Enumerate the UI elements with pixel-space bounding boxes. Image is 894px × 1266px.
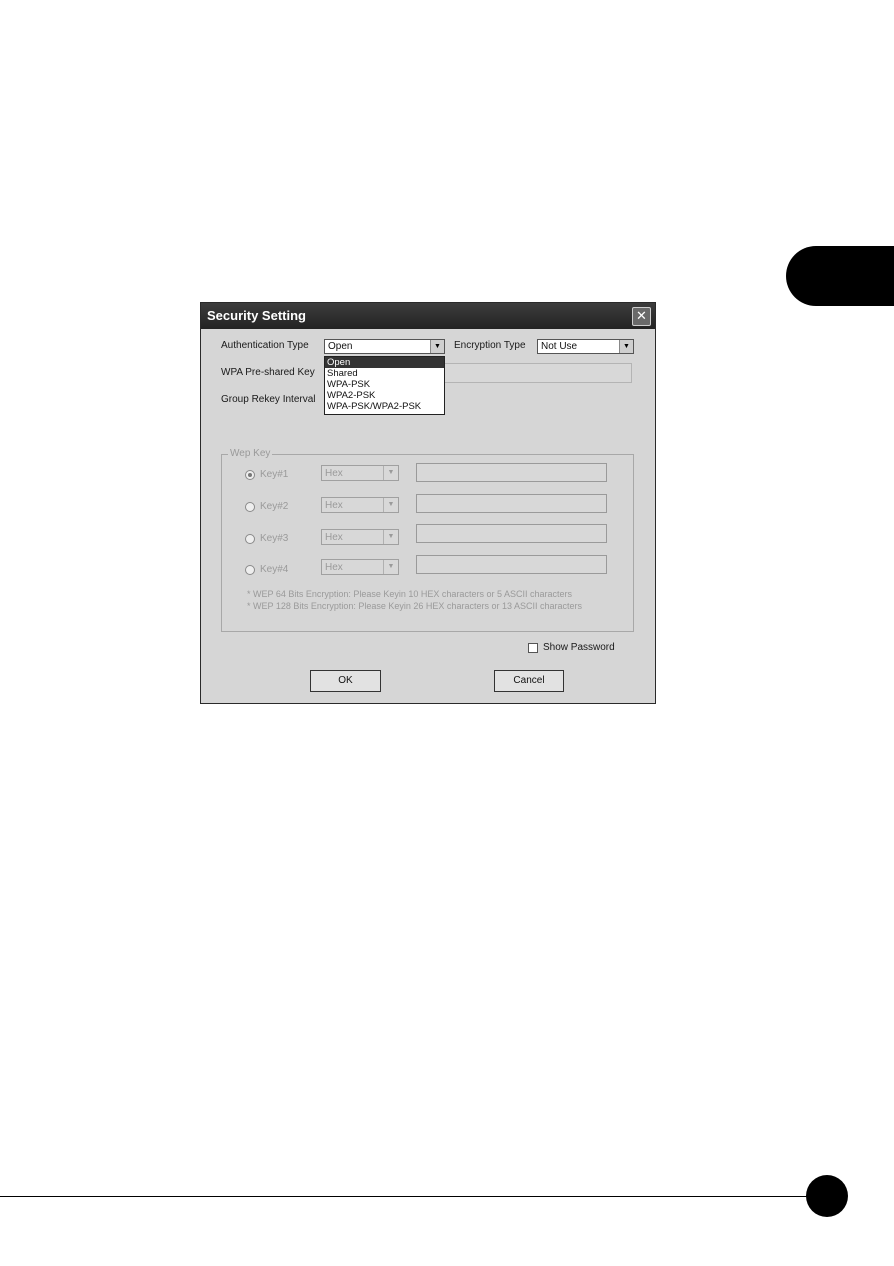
auth-option[interactable]: WPA2-PSK	[325, 390, 444, 401]
footer-rule	[0, 1196, 812, 1197]
chevron-down-icon[interactable]: ▼	[430, 340, 444, 353]
wep-key-group: Wep Key Key#1 Hex ▼ Key#2 Hex ▼ Key#3 He…	[221, 448, 634, 632]
page-marker	[806, 1175, 848, 1217]
auth-type-value: Open	[328, 341, 353, 352]
key1-radio[interactable]	[245, 470, 255, 480]
chapter-tab	[786, 246, 894, 306]
ok-button[interactable]: OK	[310, 670, 381, 692]
key2-format-select[interactable]: Hex ▼	[321, 497, 399, 513]
auth-type-label: Authentication Type	[221, 340, 309, 351]
auth-option[interactable]: Open	[325, 357, 444, 368]
rekey-interval-label: Group Rekey Interval	[221, 394, 316, 405]
key2-radio[interactable]	[245, 502, 255, 512]
key3-format-select[interactable]: Hex ▼	[321, 529, 399, 545]
key4-input[interactable]	[416, 555, 607, 574]
key4-radio[interactable]	[245, 565, 255, 575]
key4-format-select[interactable]: Hex ▼	[321, 559, 399, 575]
key1-label: Key#1	[260, 469, 289, 480]
show-password-checkbox[interactable]	[528, 643, 538, 653]
key1-input[interactable]	[416, 463, 607, 482]
wep-key-group-title: Wep Key	[228, 448, 273, 459]
encryption-type-value: Not Use	[541, 341, 578, 352]
key4-format-value: Hex	[325, 562, 343, 573]
security-setting-dialog: Security Setting ✕ Authentication Type O…	[200, 302, 656, 704]
wpa-key-label: WPA Pre-shared Key	[221, 367, 315, 378]
key1-format-select[interactable]: Hex ▼	[321, 465, 399, 481]
dialog-title: Security Setting	[207, 308, 306, 323]
key3-input[interactable]	[416, 524, 607, 543]
show-password-label: Show Password	[543, 642, 615, 653]
wep128-note: * WEP 128 Bits Encryption: Please Keyin …	[247, 601, 582, 611]
chevron-down-icon[interactable]: ▼	[383, 466, 398, 480]
encryption-type-select[interactable]: Not Use ▼	[537, 339, 634, 354]
key2-label: Key#2	[260, 501, 289, 512]
key3-radio[interactable]	[245, 534, 255, 544]
auth-option[interactable]: Shared	[325, 368, 444, 379]
auth-type-select[interactable]: Open ▼	[324, 339, 445, 354]
encryption-type-label: Encryption Type	[454, 340, 526, 351]
auth-option[interactable]: WPA-PSK/WPA2-PSK	[325, 401, 444, 412]
close-icon[interactable]: ✕	[632, 307, 651, 326]
chevron-down-icon[interactable]: ▼	[383, 498, 398, 512]
auth-option[interactable]: WPA-PSK	[325, 379, 444, 390]
key3-label: Key#3	[260, 533, 289, 544]
chevron-down-icon[interactable]: ▼	[383, 530, 398, 544]
key4-label: Key#4	[260, 564, 289, 575]
key2-input[interactable]	[416, 494, 607, 513]
cancel-button[interactable]: Cancel	[494, 670, 564, 692]
dialog-titlebar: Security Setting ✕	[201, 303, 655, 329]
key3-format-value: Hex	[325, 532, 343, 543]
key2-format-value: Hex	[325, 500, 343, 511]
wep64-note: * WEP 64 Bits Encryption: Please Keyin 1…	[247, 589, 572, 599]
key1-format-value: Hex	[325, 468, 343, 479]
chevron-down-icon[interactable]: ▼	[619, 340, 633, 353]
chevron-down-icon[interactable]: ▼	[383, 560, 398, 574]
auth-type-dropdown-list: Open Shared WPA-PSK WPA2-PSK WPA-PSK/WPA…	[324, 356, 445, 415]
